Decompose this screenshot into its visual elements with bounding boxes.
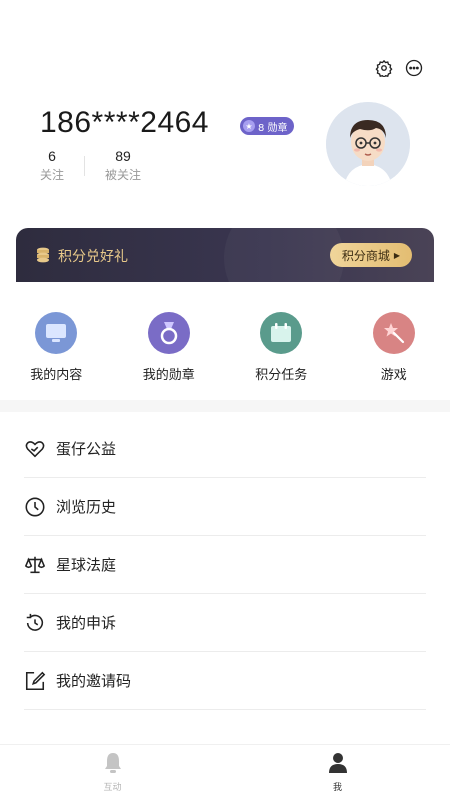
quick-my-medals[interactable]: 我的勋章 [113,312,226,392]
heart-hand-icon [24,438,46,460]
banner-decoration [224,228,344,282]
menu-item-label: 浏览历史 [56,498,117,516]
coin-stack-icon [36,247,50,263]
person-icon [328,752,348,778]
magic-wand-icon [372,312,415,354]
followers-stat[interactable]: 89 被关注 [105,148,141,183]
medal-icon [147,312,190,354]
triangle-right-icon: ▶ [393,250,400,260]
banner-title: 积分兑好礼 [58,249,128,265]
following-stat[interactable]: 6 关注 [40,148,64,183]
menu-item-charity[interactable]: 蛋仔公益 [24,420,426,478]
tab-me[interactable]: 我 [225,745,450,800]
gear-icon[interactable] [374,58,394,78]
stat-divider [84,155,86,176]
star-icon: ★ [243,120,255,132]
menu-item-history[interactable]: 浏览历史 [24,478,426,536]
avatar[interactable] [326,102,410,186]
more-icon[interactable] [404,58,424,78]
quick-label: 游戏 [380,368,407,383]
followers-count: 89 [115,148,131,164]
bottom-tab-bar: 互动 我 [0,744,450,800]
followers-label: 被关注 [105,168,142,182]
quick-games[interactable]: 游戏 [338,312,450,392]
menu-item-label: 我的邀请码 [56,672,132,690]
tab-label: 我 [332,783,342,793]
medal-badge-label: 8 勋章 [258,122,288,134]
points-mall-button[interactable]: 积分商城 ▶ [329,243,412,267]
user-phone: 186****2464 [40,106,209,139]
quick-label: 我的勋章 [142,368,195,383]
medal-badge[interactable]: ★ 8 勋章 [240,117,294,135]
menu-item-invite-code[interactable]: 我的邀请码 [24,652,426,710]
points-banner[interactable]: 积分兑好礼 积分商城 ▶ [16,228,434,282]
quick-points-tasks[interactable]: 积分任务 [225,312,338,392]
menu-item-label: 星球法庭 [56,556,117,574]
clock-icon [24,496,46,518]
points-mall-label: 积分商城 [341,248,390,263]
section-separator [0,400,450,412]
scale-icon [24,554,46,576]
menu-item-label: 我的申诉 [56,614,117,632]
menu-item-appeal[interactable]: 我的申诉 [24,594,426,652]
following-label: 关注 [40,168,65,182]
history-icon [24,612,46,634]
calendar-icon [260,312,303,354]
menu-item-court[interactable]: 星球法庭 [24,536,426,594]
following-count: 6 [48,148,56,164]
tab-interaction[interactable]: 互动 [0,745,225,800]
menu-list: 蛋仔公益 浏览历史 星球法庭 我的申诉 我的邀请码 [24,420,426,710]
quick-my-content[interactable]: 我的内容 [0,312,113,392]
follow-stats: 6 关注 89 被关注 [40,148,141,183]
quick-label: 积分任务 [255,368,308,383]
tab-label: 互动 [103,783,122,793]
top-actions [374,58,424,78]
edit-icon [24,670,46,692]
quick-actions: 我的内容 我的勋章 积分任务 游戏 [0,312,450,392]
menu-item-label: 蛋仔公益 [56,440,117,458]
profile-header: 186****2464 ★ 8 勋章 6 关注 89 被关注 [40,100,410,200]
quick-label: 我的内容 [30,368,83,383]
monitor-icon [35,312,78,354]
bell-icon [103,752,123,778]
